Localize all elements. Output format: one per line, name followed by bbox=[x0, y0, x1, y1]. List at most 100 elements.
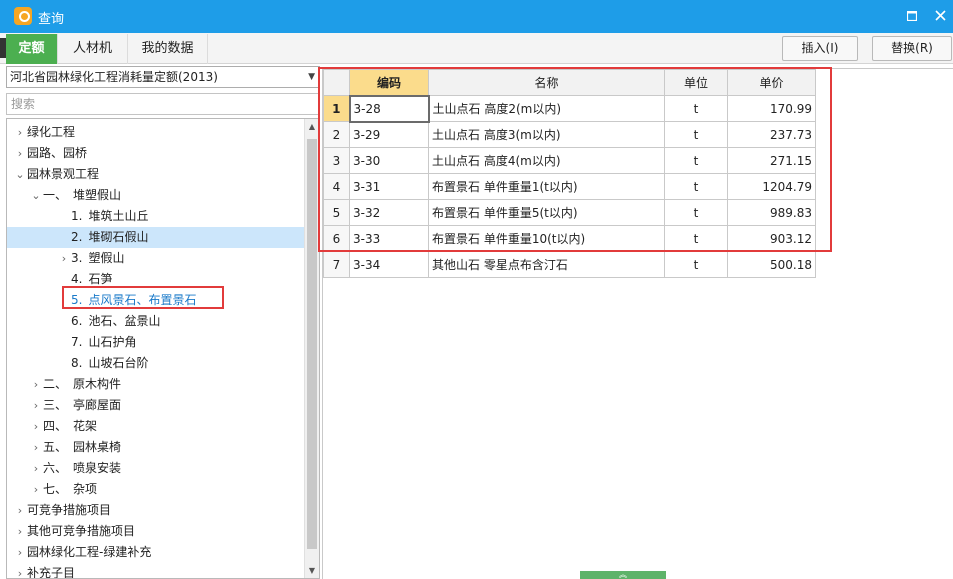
cell-code[interactable]: 3-30 bbox=[349, 147, 429, 174]
row-number[interactable]: 4 bbox=[323, 173, 350, 200]
cell-price[interactable]: 271.15 bbox=[727, 147, 816, 174]
library-select[interactable]: 河北省园林绿化工程消耗量定额(2013) ▼ bbox=[6, 66, 320, 88]
tree-item[interactable]: ⌄ 一、 堆塑假山 bbox=[7, 185, 121, 206]
insert-button[interactable]: 插入(I) bbox=[782, 36, 858, 61]
table-row[interactable]: 4 3-31 布置景石 单件重量1(t以内) t 1204.79 bbox=[323, 173, 816, 200]
cell-price[interactable]: 170.99 bbox=[727, 95, 816, 122]
search-input[interactable]: 搜索 bbox=[6, 93, 320, 115]
tree-item[interactable]: › 四、 花架 bbox=[7, 416, 97, 437]
chevron-right-icon[interactable]: › bbox=[13, 122, 27, 143]
cell-name[interactable]: 布置景石 单件重量5(t以内) bbox=[428, 199, 665, 226]
cell-code[interactable]: 3-32 bbox=[349, 199, 429, 226]
table-row[interactable]: 2 3-29 土山点石 高度3(m以内) t 237.73 bbox=[323, 121, 816, 148]
tab-quota[interactable]: 定额 bbox=[6, 34, 58, 64]
chevron-right-icon[interactable]: › bbox=[29, 374, 43, 395]
replace-button[interactable]: 替换(R) bbox=[872, 36, 952, 61]
chevron-right-icon[interactable]: › bbox=[13, 500, 27, 521]
row-number[interactable]: 5 bbox=[323, 199, 350, 226]
chevron-right-icon[interactable]: › bbox=[57, 248, 71, 269]
tree-item[interactable]: › 五、 园林桌椅 bbox=[7, 437, 121, 458]
cell-code[interactable]: 3-33 bbox=[349, 225, 429, 252]
column-code[interactable]: 编码 bbox=[349, 69, 429, 96]
tree-item[interactable]: 7. 山石护角 bbox=[7, 332, 136, 353]
cell-name[interactable]: 布置景石 单件重量10(t以内) bbox=[428, 225, 665, 252]
tree-item[interactable]: 6. 池石、盆景山 bbox=[7, 311, 160, 332]
chevron-right-icon[interactable]: › bbox=[13, 542, 27, 563]
tree-item-number: 8. bbox=[71, 356, 83, 370]
close-button[interactable] bbox=[929, 5, 951, 27]
cell-code[interactable]: 3-31 bbox=[349, 173, 429, 200]
tree-item[interactable]: › 七、 杂项 bbox=[7, 479, 97, 500]
column-price[interactable]: 单价 bbox=[727, 69, 816, 96]
cell-code[interactable]: 3-28 bbox=[348, 94, 430, 123]
cell-name[interactable]: 土山点石 高度3(m以内) bbox=[428, 121, 665, 148]
table-row[interactable]: 7 3-34 其他山石 零星点布含汀石 t 500.18 bbox=[323, 251, 816, 278]
tree-item[interactable]: 5. 点风景石、布置景石 bbox=[7, 290, 196, 311]
tab-my-data[interactable]: 我的数据 bbox=[128, 34, 208, 64]
scroll-up-icon[interactable]: ▲ bbox=[305, 119, 319, 134]
cell-name[interactable]: 土山点石 高度2(m以内) bbox=[428, 95, 665, 122]
cell-price[interactable]: 903.12 bbox=[727, 225, 816, 252]
chevron-right-icon[interactable]: › bbox=[13, 563, 27, 578]
cell-unit[interactable]: t bbox=[664, 95, 728, 122]
tree-item[interactable]: 8. 山坡石台阶 bbox=[7, 353, 148, 374]
tree-item-label: 绿化工程 bbox=[27, 125, 76, 139]
cell-unit[interactable]: t bbox=[664, 251, 728, 278]
chevron-down-icon[interactable]: ⌄ bbox=[13, 164, 27, 185]
cell-code[interactable]: 3-29 bbox=[349, 121, 429, 148]
cell-name[interactable]: 布置景石 单件重量1(t以内) bbox=[428, 173, 665, 200]
chevron-right-icon[interactable]: › bbox=[29, 416, 43, 437]
tree-item[interactable]: › 六、 喷泉安装 bbox=[7, 458, 121, 479]
cell-code[interactable]: 3-34 bbox=[349, 251, 429, 278]
tree-item[interactable]: › 园林绿化工程-绿建补充 bbox=[7, 542, 152, 563]
row-number[interactable]: 2 bbox=[323, 121, 350, 148]
tree-item[interactable]: ⌄ 园林景观工程 bbox=[7, 164, 99, 185]
tree-item[interactable]: › 补充子目 bbox=[7, 563, 75, 578]
tree-item[interactable]: 4. 石笋 bbox=[7, 269, 112, 290]
cell-unit[interactable]: t bbox=[664, 225, 728, 252]
table-row[interactable]: 1 3-28 土山点石 高度2(m以内) t 170.99 bbox=[323, 94, 816, 123]
tree-scrollbar[interactable]: ▲ ▼ bbox=[304, 119, 319, 578]
tree-item[interactable]: 2. 堆砌石假山 bbox=[7, 227, 304, 248]
chevron-right-icon[interactable]: › bbox=[29, 479, 43, 500]
table-row[interactable]: 5 3-32 布置景石 单件重量5(t以内) t 989.83 bbox=[323, 199, 816, 226]
chevron-right-icon[interactable]: › bbox=[29, 437, 43, 458]
tab-labor-material-machine[interactable]: 人材机 bbox=[58, 34, 128, 64]
panel-resize-grip[interactable]: ︽ bbox=[580, 571, 666, 579]
tree-item[interactable]: › 三、 亭廊屋面 bbox=[7, 395, 121, 416]
tree-item[interactable]: › 可竞争措施项目 bbox=[7, 500, 111, 521]
tree-item-number: 4. bbox=[71, 272, 83, 286]
cell-unit[interactable]: t bbox=[664, 121, 728, 148]
table-row[interactable]: 6 3-33 布置景石 单件重量10(t以内) t 903.12 bbox=[323, 225, 816, 252]
chevron-right-icon[interactable]: › bbox=[29, 458, 43, 479]
row-number[interactable]: 3 bbox=[323, 147, 350, 174]
row-number[interactable]: 6 bbox=[323, 225, 350, 252]
cell-price[interactable]: 237.73 bbox=[727, 121, 816, 148]
tree-item[interactable]: › 二、 原木构件 bbox=[7, 374, 121, 395]
chevron-right-icon[interactable]: › bbox=[13, 143, 27, 164]
cell-price[interactable]: 989.83 bbox=[727, 199, 816, 226]
cell-unit[interactable]: t bbox=[664, 199, 728, 226]
cell-name[interactable]: 其他山石 零星点布含汀石 bbox=[428, 251, 665, 278]
column-name[interactable]: 名称 bbox=[428, 69, 665, 96]
column-unit[interactable]: 单位 bbox=[664, 69, 728, 96]
tree-item[interactable]: › 其他可竞争措施项目 bbox=[7, 521, 135, 542]
cell-unit[interactable]: t bbox=[664, 147, 728, 174]
chevron-down-icon[interactable]: ⌄ bbox=[29, 185, 43, 206]
cell-unit[interactable]: t bbox=[664, 173, 728, 200]
scroll-thumb[interactable] bbox=[307, 139, 317, 549]
tree-item[interactable]: 1. 堆筑土山丘 bbox=[7, 206, 148, 227]
tree-item[interactable]: › 3. 塑假山 bbox=[7, 248, 125, 269]
cell-name[interactable]: 土山点石 高度4(m以内) bbox=[428, 147, 665, 174]
scroll-down-icon[interactable]: ▼ bbox=[305, 563, 319, 578]
maximize-button[interactable] bbox=[901, 5, 923, 27]
cell-price[interactable]: 1204.79 bbox=[727, 173, 816, 200]
chevron-right-icon[interactable]: › bbox=[29, 395, 43, 416]
cell-price[interactable]: 500.18 bbox=[727, 251, 816, 278]
tree-item[interactable]: › 园路、园桥 bbox=[7, 143, 87, 164]
table-row[interactable]: 3 3-30 土山点石 高度4(m以内) t 271.15 bbox=[323, 147, 816, 174]
chevron-right-icon[interactable]: › bbox=[13, 521, 27, 542]
tree-item[interactable]: › 绿化工程 bbox=[7, 122, 75, 143]
row-number[interactable]: 7 bbox=[323, 251, 350, 278]
row-number[interactable]: 1 bbox=[323, 95, 350, 122]
